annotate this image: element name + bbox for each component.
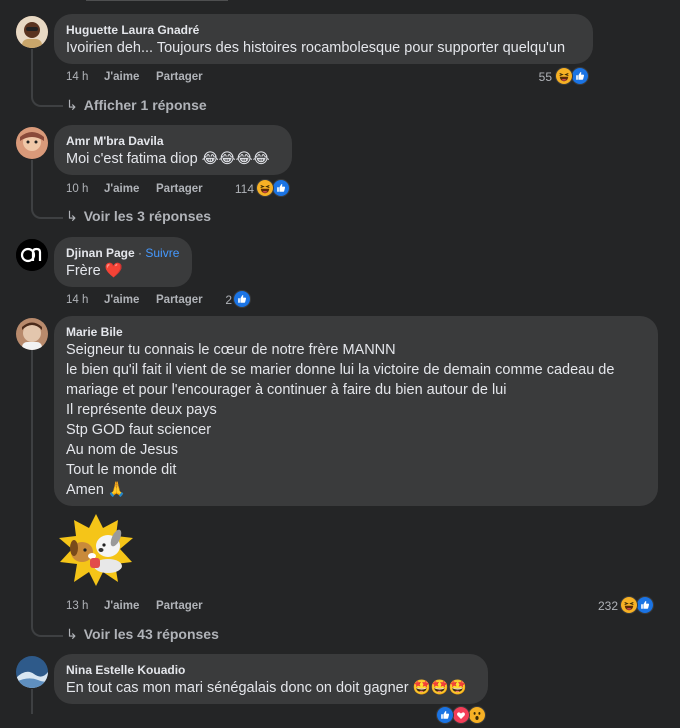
reaction-count[interactable]: 232 <box>590 599 618 613</box>
thread-line <box>31 689 33 714</box>
comment-text-line: le bien qu'il fait il vient de se marier… <box>66 362 615 378</box>
avatar[interactable] <box>16 656 48 688</box>
comment-time[interactable]: 14 h <box>66 294 88 306</box>
like-action[interactable]: J'aime <box>104 183 139 195</box>
reaction-count[interactable]: 114 <box>228 182 254 196</box>
comment-text: Moi c'est fatima diop 😂😂😂😂 <box>66 151 270 167</box>
like-action[interactable]: J'aime <box>104 294 139 306</box>
reaction-count[interactable]: 55 <box>528 70 552 84</box>
like-icon <box>636 596 654 614</box>
view-replies-link[interactable]: ↳ Afficher 1 réponse <box>66 97 207 114</box>
share-action[interactable]: Partager <box>156 294 203 306</box>
reply-arrow-icon: ↳ <box>66 208 78 224</box>
comment-author[interactable]: Marie Bile <box>66 325 123 339</box>
dog-sticker[interactable] <box>56 512 136 588</box>
like-action[interactable]: J'aime <box>104 71 139 83</box>
comment-bubble: Marie Bile Seigneur tu connais le cœur d… <box>54 316 658 506</box>
like-icon <box>571 67 589 85</box>
share-action[interactable]: Partager <box>156 600 203 612</box>
avatar[interactable] <box>16 239 48 271</box>
comment-text-line: Il représente deux pays <box>66 402 217 418</box>
comment-text-line: Au nom de Jesus <box>66 442 179 458</box>
like-icon <box>233 290 251 308</box>
comment-author[interactable]: Nina Estelle Kouadio <box>66 663 185 677</box>
comment-text-line: mariage et pour l'encourager à continuer… <box>66 382 507 398</box>
view-replies-link[interactable]: ↳ Voir les 3 réponses <box>66 208 211 225</box>
comment-bubble: Amr M'bra Davila Moi c'est fatima diop 😂… <box>54 125 292 175</box>
comment-bubble: Djinan Page · Suivre Frère ❤️ <box>54 237 192 287</box>
view-replies-label: Afficher 1 réponse <box>83 97 207 113</box>
comment-text: Ivoirien deh... Toujours des histoires r… <box>66 40 566 56</box>
view-replies-label: Voir les 43 réponses <box>83 626 219 642</box>
comment-time[interactable]: 14 h <box>66 71 88 83</box>
reaction-count[interactable]: 2 <box>216 293 232 307</box>
comment-author[interactable]: Amr M'bra Davila <box>66 134 164 148</box>
comment-bubble: Nina Estelle Kouadio En tout cas mon mar… <box>54 654 488 704</box>
like-icon <box>436 706 454 724</box>
comment-time[interactable]: 13 h <box>66 600 88 612</box>
follow-button[interactable]: Suivre <box>145 246 179 260</box>
comment-text: Frère ❤️ <box>66 263 123 279</box>
reply-arrow-icon: ↳ <box>66 97 78 113</box>
like-action[interactable]: J'aime <box>104 600 139 612</box>
love-icon <box>452 706 470 724</box>
comment-author[interactable]: Djinan Page <box>66 246 135 260</box>
haha-icon <box>620 596 638 614</box>
comment-bubble: Huguette Laura Gnadré Ivoirien deh... To… <box>54 14 593 64</box>
comment-time[interactable]: 10 h <box>66 183 88 195</box>
separator: · <box>138 246 143 260</box>
comment-text-line: Amen 🙏 <box>66 482 126 498</box>
avatar[interactable] <box>16 16 48 48</box>
avatar[interactable] <box>16 127 48 159</box>
view-replies-link[interactable]: ↳ Voir les 43 réponses <box>66 626 219 643</box>
reply-arrow-icon: ↳ <box>66 626 78 642</box>
comment-text-line: Seigneur tu connais le cœur de notre frè… <box>66 342 396 358</box>
comment-text-line: Tout le monde dit <box>66 462 177 478</box>
view-replies-label: Voir les 3 réponses <box>83 208 212 224</box>
like-icon <box>272 179 290 197</box>
haha-icon <box>256 179 274 197</box>
comment-author[interactable]: Huguette Laura Gnadré <box>66 23 199 37</box>
share-action[interactable]: Partager <box>156 183 203 195</box>
share-action[interactable]: Partager <box>156 71 203 83</box>
haha-icon <box>555 67 573 85</box>
divider <box>86 0 228 1</box>
comment-author-line: Djinan Page · Suivre <box>66 246 179 260</box>
comment-text: En tout cas mon mari sénégalais donc on … <box>66 680 467 696</box>
avatar[interactable] <box>16 318 48 350</box>
wow-icon <box>468 706 486 724</box>
comment-text-line: Stp GOD faut sciencer <box>66 422 212 438</box>
